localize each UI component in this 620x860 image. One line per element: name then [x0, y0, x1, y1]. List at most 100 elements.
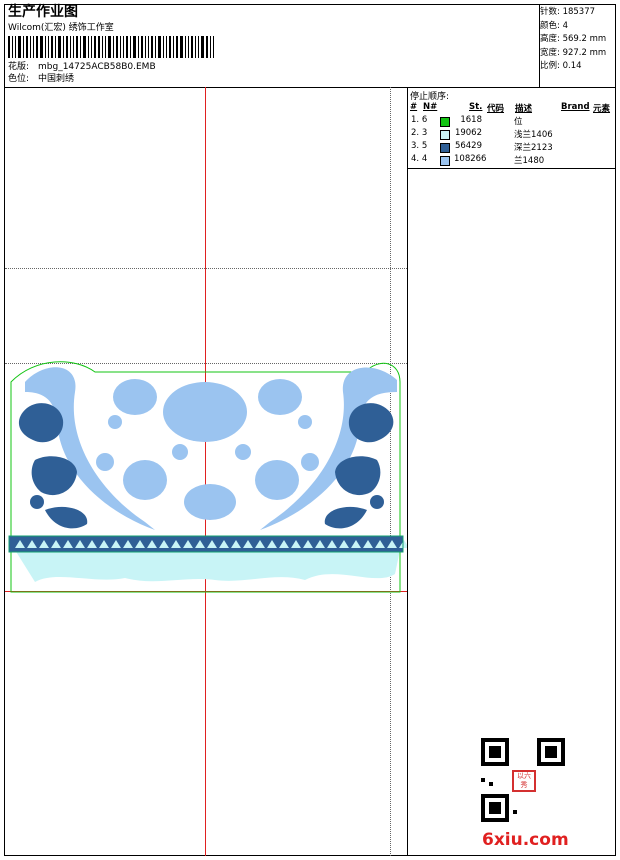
studio-name: Wilcom(汇宏) 绣饰工作室	[8, 23, 114, 33]
color-position-value: 中国刺绣	[38, 74, 75, 84]
color-row: 2. 3 19062 浅兰1406	[408, 128, 614, 141]
panel-divider	[407, 87, 408, 856]
color-row: 4. 4 108266 兰1480	[408, 154, 614, 167]
qr-module	[513, 810, 517, 814]
barcode-bar	[180, 36, 183, 58]
barcode-bar	[126, 36, 128, 58]
barcode-bar	[120, 36, 121, 58]
design-label: 花版:	[8, 62, 30, 72]
barcode-bar	[198, 36, 199, 58]
barcode-bar	[91, 36, 92, 58]
barcode-bar	[130, 36, 131, 58]
barcode-bar	[113, 36, 114, 58]
barcode-bar	[195, 36, 196, 58]
row-index: 2. 3	[411, 128, 428, 138]
spec-scale: 比例: 0.14	[540, 61, 582, 71]
barcode-bar	[15, 36, 16, 58]
color-swatch	[440, 130, 450, 140]
col-no: N#	[423, 102, 438, 112]
col-element: 元素	[593, 104, 611, 114]
color-desc: 位	[514, 117, 523, 127]
barcode-bar	[116, 36, 118, 58]
barcode-bar	[138, 36, 139, 58]
barcode-bar	[141, 36, 143, 58]
right-pomegranate	[348, 403, 394, 443]
col-st: St.	[469, 102, 483, 112]
barcode-bar	[133, 36, 136, 58]
site-logo-text: 6xiu.com	[482, 830, 569, 850]
cyan-fill	[15, 550, 400, 582]
left-pomegranate	[18, 403, 64, 443]
center-bloom	[163, 382, 247, 442]
barcode-bar	[26, 36, 28, 58]
barcode-bar	[88, 36, 89, 58]
sheet-title: 生产作业图	[8, 4, 78, 20]
barcode-bar	[155, 36, 156, 58]
barcode-bar	[70, 36, 71, 58]
qr-module	[489, 746, 501, 758]
row-index: 4. 4	[411, 154, 428, 164]
barcode-bar	[188, 36, 189, 58]
barcode-bar	[73, 36, 74, 58]
barcode-bar	[173, 36, 174, 58]
barcode-bar	[148, 36, 149, 58]
color-table-divider	[407, 168, 616, 169]
col-code: 代码	[487, 104, 505, 114]
col-desc: 描述	[515, 104, 533, 114]
barcode-bar	[58, 36, 61, 58]
barcode-bar	[12, 36, 13, 58]
barcode-bar	[36, 36, 38, 58]
barcode-bar	[94, 36, 96, 58]
color-swatch	[440, 156, 450, 166]
barcode-bar	[30, 36, 31, 58]
flower-dot	[96, 453, 114, 471]
qr-module	[489, 802, 501, 814]
left-tulip	[31, 456, 77, 496]
flower-dot	[108, 415, 122, 429]
guide-line-h	[5, 268, 407, 269]
barcode-bar	[8, 36, 10, 58]
left-leaf	[45, 506, 88, 529]
color-row: 3. 5 56429 深兰2123	[408, 141, 614, 154]
stitch-count: 108266	[454, 154, 487, 164]
barcode-bar	[169, 36, 171, 58]
barcode-bar	[191, 36, 193, 58]
qr-module	[545, 746, 557, 758]
barcode-bar	[176, 36, 178, 58]
flower-dot	[298, 415, 312, 429]
bloom-right-lower	[255, 460, 299, 500]
header-divider	[4, 87, 616, 88]
barcode-bar	[40, 36, 43, 58]
bloom-left-lower	[123, 460, 167, 500]
barcode-bar	[105, 36, 106, 58]
barcode-bar	[45, 36, 46, 58]
embroidery-design	[8, 361, 407, 593]
col-hash: #	[410, 102, 418, 112]
flower-dot	[235, 444, 251, 460]
barcode-bar	[213, 36, 214, 58]
bloom-right	[258, 379, 302, 415]
barcode-bar	[123, 36, 124, 58]
barcode-bar	[151, 36, 153, 58]
barcode-bar	[55, 36, 56, 58]
barcode-bar	[102, 36, 103, 58]
barcode-bar	[158, 36, 161, 58]
barcode-bar	[98, 36, 100, 58]
small-flower	[30, 495, 44, 509]
barcode-bar	[83, 36, 86, 58]
spec-panel: 针数: 185377 颜色: 4 高度: 569.2 mm 宽度: 927.2 …	[540, 6, 614, 74]
barcode-bar	[63, 36, 64, 58]
color-desc: 浅兰1406	[514, 130, 553, 140]
right-leaf	[324, 506, 367, 529]
barcode-bar	[201, 36, 204, 58]
barcode-bar	[48, 36, 49, 58]
flower-dot	[301, 453, 319, 471]
color-desc: 深兰2123	[514, 143, 553, 153]
barcode-bar	[33, 36, 34, 58]
stitch-count: 56429	[454, 141, 482, 151]
barcode-bar	[80, 36, 81, 58]
barcode-bar	[51, 36, 53, 58]
barcode-bar	[108, 36, 111, 58]
barcode-bar	[185, 36, 186, 58]
site-logo: 6xiu.com	[482, 830, 569, 850]
